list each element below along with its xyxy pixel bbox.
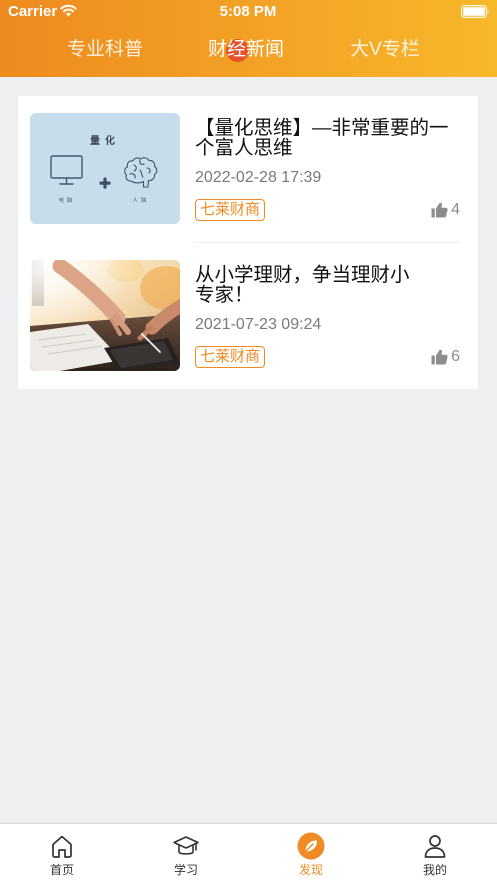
news-date: 2022-02-28 17:39 (195, 169, 322, 186)
tab-mine-label: 我的 (422, 863, 447, 877)
news-title: 【量化思维】—非常重要的一 个富人思维 (195, 118, 449, 158)
like-count: 4 (451, 201, 460, 218)
tab-discover-label: 发现 (298, 863, 323, 877)
app-header: Carrier 5:08 PM 专业科普 财经新闻 大V专栏 (0, 0, 497, 77)
tab-home-label: 首页 (49, 863, 74, 877)
thumbs-up-icon (431, 349, 448, 365)
news-item[interactable]: 从小学理财，争当理财小 专家！ 2021-07-23 09:24 七莱财商 6 (18, 243, 478, 389)
thumbs-up-icon (431, 202, 448, 218)
like-button[interactable]: 4 (431, 200, 460, 220)
news-date: 2021-07-23 09:24 (195, 316, 322, 333)
thumbnail-illustration: 量化 电脑 人脑 (30, 113, 180, 224)
news-list: 量化 电脑 人脑 【量化思维】—非常重要的一 个富人思维 2022-02-28 … (18, 96, 478, 389)
news-title-line: 个富人思维 (195, 137, 293, 159)
clock: 5:08 PM (219, 3, 277, 20)
source-tag: 七莱财商 (195, 199, 266, 221)
user-icon (424, 835, 446, 858)
news-title-line: 从小学理财，争当理财小 (195, 264, 410, 286)
tab-learn[interactable]: 学习 (124, 824, 248, 883)
news-title-line: 专家！ (195, 284, 254, 306)
wifi-icon (60, 4, 77, 17)
tab-learn-label: 学习 (173, 863, 198, 877)
like-button[interactable]: 6 (431, 347, 460, 367)
tab-discover[interactable]: 发现 (249, 824, 373, 883)
graduation-cap-icon (173, 836, 199, 855)
news-item[interactable]: 量化 电脑 人脑 【量化思维】—非常重要的一 个富人思维 2022-02-28 … (18, 96, 478, 242)
bottom-tab-bar: 首页 学习 发现 我的 (0, 823, 497, 883)
tab-finance-news[interactable]: 财经新闻 (191, 38, 301, 62)
tab-columns[interactable]: 大V专栏 (330, 38, 440, 62)
thumbnail-label-brain: 人脑 (132, 196, 149, 204)
like-count: 6 (451, 348, 460, 365)
status-bar: Carrier 5:08 PM (0, 0, 497, 24)
home-icon (52, 835, 72, 858)
news-title-line: 【量化思维】—非常重要的一 (195, 117, 449, 139)
news-thumbnail: 量化 电脑 人脑 (30, 113, 180, 224)
carrier-label: Carrier (8, 3, 58, 20)
thumbnail-label-computer: 电脑 (58, 196, 75, 204)
source-tag: 七莱财商 (195, 346, 266, 368)
thumbnail-photo (30, 260, 180, 371)
news-title: 从小学理财，争当理财小 专家！ (195, 265, 410, 305)
discover-leaf-icon (297, 832, 325, 860)
tab-science[interactable]: 专业科普 (50, 38, 160, 62)
thumbnail-heading: 量化 (90, 134, 120, 147)
tab-mine[interactable]: 我的 (373, 824, 497, 883)
news-thumbnail (30, 260, 180, 371)
battery-icon (461, 5, 489, 18)
tab-home[interactable]: 首页 (0, 824, 124, 883)
